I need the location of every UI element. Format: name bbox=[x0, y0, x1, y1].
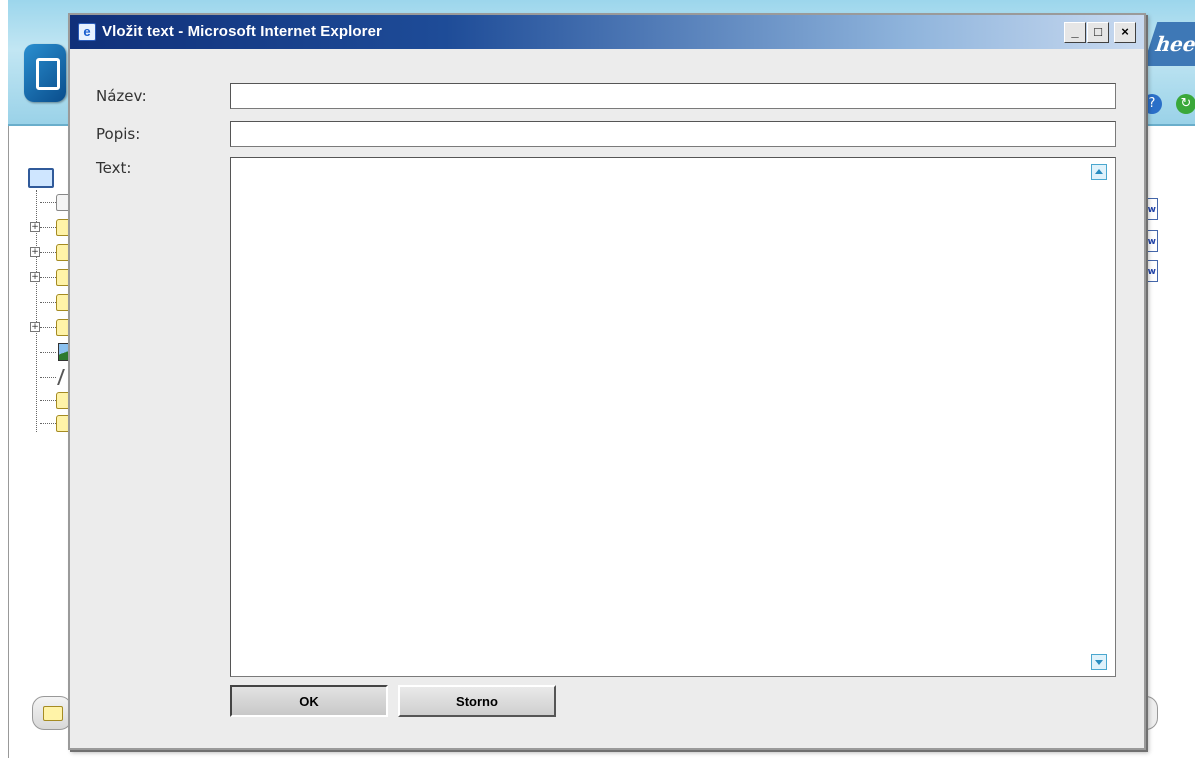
text-area[interactable] bbox=[231, 158, 1083, 676]
scroll-down-icon[interactable] bbox=[1091, 654, 1107, 670]
maximize-button[interactable]: □ bbox=[1087, 22, 1109, 43]
app-logo-icon bbox=[24, 44, 66, 102]
close-button[interactable]: × bbox=[1114, 22, 1136, 43]
document-icon[interactable]: w bbox=[1144, 230, 1158, 252]
dialog-titlebar[interactable]: e Vložit text - Microsoft Internet Explo… bbox=[70, 15, 1144, 49]
insert-text-dialog: e Vložit text - Microsoft Internet Explo… bbox=[68, 13, 1146, 750]
document-icon[interactable]: w bbox=[1144, 260, 1158, 282]
minimize-button[interactable]: _ bbox=[1064, 22, 1086, 43]
document-icon[interactable]: w bbox=[1144, 198, 1158, 220]
description-label: Popis: bbox=[96, 125, 141, 143]
scroll-up-icon[interactable] bbox=[1091, 164, 1107, 180]
text-area-container bbox=[230, 157, 1116, 677]
ie-page-icon: e bbox=[78, 23, 96, 41]
text-label: Text: bbox=[96, 159, 132, 177]
expand-icon[interactable]: + bbox=[30, 322, 40, 332]
cancel-button[interactable]: Storno bbox=[398, 685, 556, 717]
background-border bbox=[8, 126, 9, 758]
expand-icon[interactable]: + bbox=[30, 272, 40, 282]
name-label: Název: bbox=[96, 87, 147, 105]
expand-icon[interactable]: + bbox=[30, 222, 40, 232]
dialog-title: Vložit text - Microsoft Internet Explore… bbox=[102, 23, 382, 40]
dialog-content: Název: Popis: Text: OK Storno bbox=[70, 49, 1144, 748]
refresh-icon[interactable]: ↻ bbox=[1176, 94, 1195, 114]
expand-icon[interactable]: + bbox=[30, 247, 40, 257]
open-folder-button[interactable] bbox=[32, 696, 72, 730]
description-input[interactable] bbox=[230, 121, 1116, 147]
brand-logo: hee bbox=[1143, 22, 1195, 66]
ok-button[interactable]: OK bbox=[230, 685, 388, 717]
name-input[interactable] bbox=[230, 83, 1116, 109]
computer-icon[interactable] bbox=[28, 168, 54, 188]
